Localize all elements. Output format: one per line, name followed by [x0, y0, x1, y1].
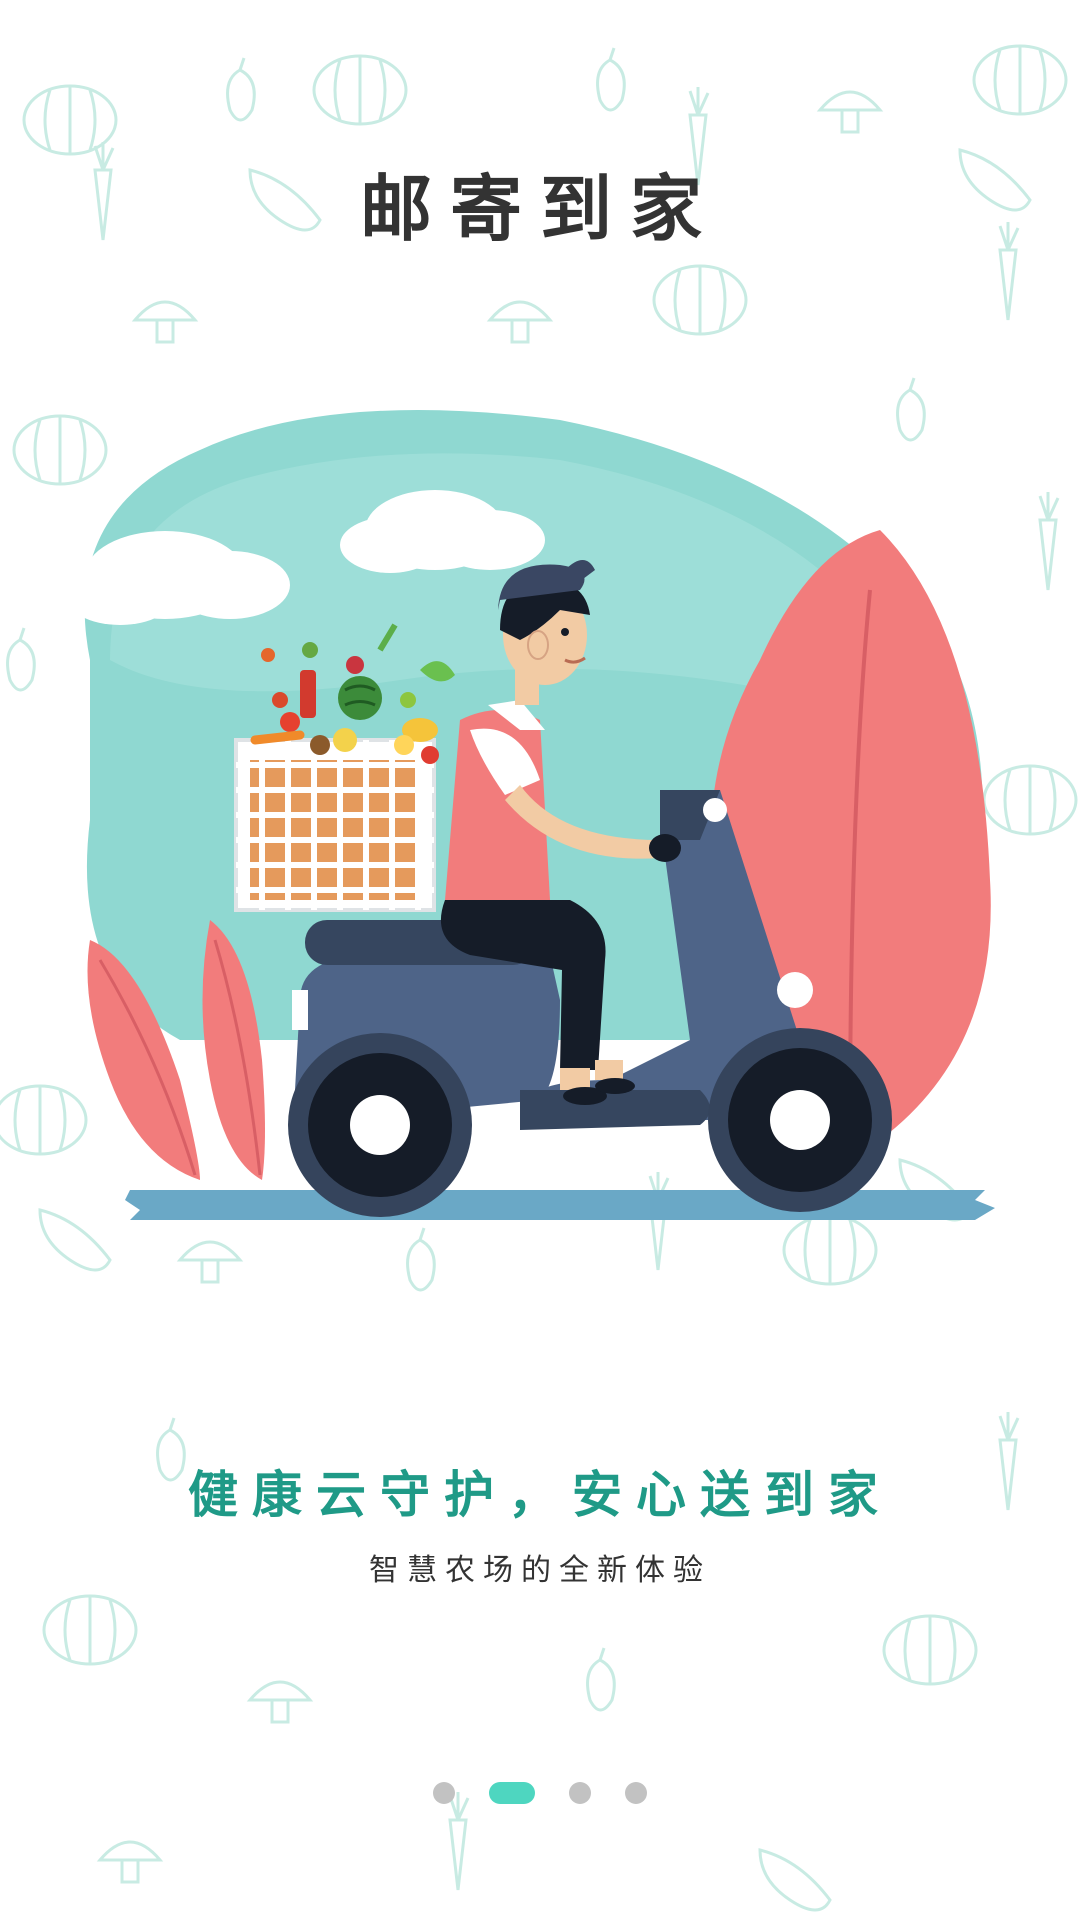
page-dot-2-active[interactable]: [489, 1782, 535, 1804]
page-title: 邮寄到家: [359, 167, 720, 251]
delivery-scooter-illustration: [65, 410, 995, 1220]
page-dot-4[interactable]: [625, 1782, 647, 1804]
slogan-text: 健康云守护，安心送到家: [188, 1466, 892, 1524]
page-dot-1[interactable]: [433, 1782, 455, 1804]
produce-basket: [234, 738, 436, 912]
subtitle-text: 智慧农场的全新体验: [369, 1553, 711, 1588]
rear-wheel: [288, 1033, 472, 1217]
page-indicator: [0, 1782, 1080, 1804]
page-dot-3[interactable]: [569, 1782, 591, 1804]
front-wheel: [708, 1028, 892, 1212]
road: [125, 1190, 995, 1220]
